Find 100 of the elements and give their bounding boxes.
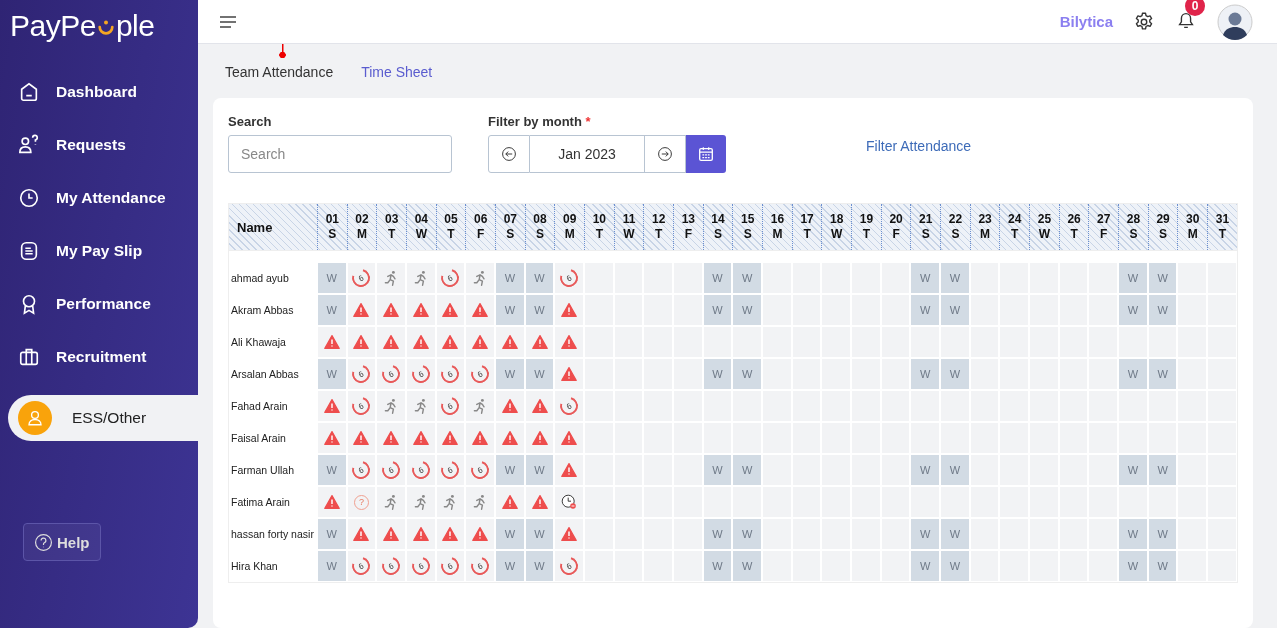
warning-icon (323, 398, 340, 414)
table-cell (762, 326, 792, 358)
tab[interactable]: Team Attendance (225, 63, 334, 81)
next-month-button[interactable] (644, 135, 686, 173)
table-cell (673, 326, 703, 358)
day-column-header: 27 F (1088, 204, 1119, 250)
day-column-header: 20 F (880, 204, 911, 250)
help-button[interactable]: Help (23, 523, 101, 561)
weekend-cell: W (316, 294, 347, 326)
weekend-cell: W (732, 262, 763, 294)
day-column-header: 11 W (613, 204, 644, 250)
day-column-header: 17 T (791, 204, 822, 250)
weekend-cell: W (1118, 294, 1148, 326)
table-cell (1147, 486, 1178, 518)
search-field[interactable]: Search (228, 135, 452, 173)
settings-icon[interactable] (1133, 10, 1155, 33)
day-column-header: 29 S (1147, 204, 1178, 250)
table-cell (673, 454, 703, 486)
table-cell (1118, 422, 1148, 454)
weekend-cell: W (1118, 454, 1148, 486)
warning-icon (501, 334, 518, 350)
table-cell (762, 422, 792, 454)
day-column-header: 31 T (1207, 204, 1237, 250)
table-cell (880, 262, 911, 294)
table-cell (762, 390, 792, 422)
weekend-cell: W (524, 454, 555, 486)
warning-icon (472, 302, 489, 318)
weekend-cell: W (495, 358, 525, 390)
table-cell (880, 390, 911, 422)
table-cell (969, 390, 1000, 422)
table-cell (673, 422, 703, 454)
nav-item[interactable]: My Pay Slip (0, 233, 198, 269)
day-column-header: 15 S (732, 204, 763, 250)
nav-item[interactable]: Requests (0, 127, 198, 163)
warning-icon (442, 526, 459, 542)
weekend-cell: W (316, 550, 347, 582)
warning-icon (531, 430, 548, 446)
clock-icon (561, 494, 578, 510)
weekend-cell: W (524, 550, 555, 582)
weekend-cell: W (940, 262, 970, 294)
day-column-header: 28 S (1118, 204, 1148, 250)
warning-icon (531, 334, 548, 350)
weekend-cell: W (910, 454, 941, 486)
weekend-cell: W (1147, 550, 1178, 582)
table-cell (1147, 326, 1178, 358)
running-person-icon (412, 398, 429, 414)
weekend-cell: W (940, 358, 970, 390)
nav-item[interactable]: Dashboard (0, 74, 198, 110)
user-avatar[interactable] (1217, 3, 1253, 40)
weekend-cell: W (316, 518, 347, 550)
table-cell (910, 326, 941, 358)
weekend-cell: W (1118, 518, 1148, 550)
warning-icon (472, 430, 489, 446)
table-cell (732, 326, 763, 358)
table-cell (1177, 454, 1208, 486)
table-cell (762, 262, 792, 294)
weekend-cell: W (1147, 262, 1178, 294)
warning-icon (561, 334, 578, 350)
warning-icon (353, 334, 370, 350)
table-cell (1147, 390, 1178, 422)
day-column-header: 12 T (643, 204, 674, 250)
weekend-cell: W (495, 294, 525, 326)
calendar-icon (697, 145, 715, 163)
nav-item[interactable]: ESS/Other (8, 395, 198, 441)
table-cell (673, 262, 703, 294)
calendar-button[interactable] (686, 135, 726, 173)
table-cell (762, 454, 792, 486)
table-cell (762, 294, 792, 326)
table-cell (732, 390, 763, 422)
nav-item[interactable]: Recruitment (0, 339, 198, 375)
table-cell (940, 486, 970, 518)
weekend-cell: W (495, 518, 525, 550)
filter-attendance-link[interactable]: Filter Attendance (866, 138, 972, 154)
table-cell (673, 486, 703, 518)
weekend-cell: W (940, 518, 970, 550)
weekend-cell: W (1118, 550, 1148, 582)
nav-item[interactable]: My Attendance (0, 180, 198, 216)
table-cell (1177, 294, 1208, 326)
previous-month-button[interactable] (488, 135, 530, 173)
warning-icon (561, 430, 578, 446)
table-cell (940, 390, 970, 422)
weekend-cell: W (910, 262, 941, 294)
weekend-cell: W (940, 550, 970, 582)
weekend-cell: W (316, 262, 347, 294)
day-column-header: 10 T (584, 204, 614, 250)
arrow-right-icon (657, 146, 673, 162)
day-column-header: 25 W (1029, 204, 1059, 250)
table-cell (1147, 422, 1178, 454)
day-column-header: 21 S (910, 204, 941, 250)
day-column-header: 30 M (1177, 204, 1208, 250)
weekend-cell: W (524, 294, 555, 326)
table-cell (969, 262, 1000, 294)
nav-item[interactable]: Performance (0, 286, 198, 322)
day-column-header: 13 F (673, 204, 703, 250)
clock-icon (18, 187, 40, 209)
day-column-header: 16 M (762, 204, 792, 250)
warning-icon (442, 334, 459, 350)
document-icon (18, 240, 40, 262)
tab[interactable]: Time Sheet (361, 63, 433, 81)
warning-icon (531, 398, 548, 414)
